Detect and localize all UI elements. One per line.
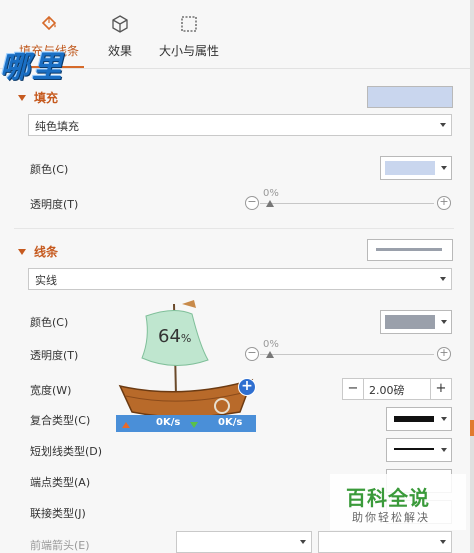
line-color-picker[interactable] bbox=[380, 310, 452, 334]
cap-type-label: 端点类型(A) bbox=[30, 476, 91, 489]
dash-type-dropdown[interactable] bbox=[386, 438, 452, 462]
line-type-value: 实线 bbox=[35, 274, 57, 287]
network-speed-widget[interactable]: 64% 0K/s 0K/s + bbox=[112, 296, 260, 434]
fill-transparency-value: 0% bbox=[263, 188, 279, 199]
line-color-swatch bbox=[385, 315, 435, 329]
fill-quick-color-button[interactable] bbox=[367, 86, 453, 108]
size-properties-icon bbox=[181, 16, 197, 32]
chevron-down-icon bbox=[441, 166, 447, 170]
plus-icon: + bbox=[439, 346, 449, 359]
chevron-down-icon bbox=[441, 417, 447, 421]
dash-type-label: 短划线类型(D) bbox=[30, 445, 103, 458]
begin-arrow-type-dropdown[interactable] bbox=[176, 531, 312, 553]
fill-type-value: 纯色填充 bbox=[35, 120, 79, 133]
fill-transparency-increase-button[interactable]: + bbox=[437, 195, 451, 210]
tab-size-properties-label: 大小与属性 bbox=[158, 44, 219, 58]
add-circle-icon[interactable]: + bbox=[238, 378, 256, 396]
pane-collapse-handle[interactable] bbox=[470, 420, 474, 436]
fill-transparency-label: 透明度(T) bbox=[30, 198, 79, 211]
line-transparency-thumb[interactable] bbox=[266, 351, 274, 358]
compound-type-label: 复合类型(C) bbox=[30, 414, 91, 427]
brand-subtitle: 助你轻松解决 bbox=[352, 511, 430, 524]
pane-scrollbar[interactable] bbox=[470, 0, 474, 553]
chevron-down-icon bbox=[440, 123, 446, 127]
line-type-dropdown[interactable]: 实线 bbox=[28, 268, 452, 290]
percent-value: 64 bbox=[158, 326, 181, 347]
tab-effects[interactable]: 效果 bbox=[100, 0, 140, 70]
percent-display: 64% bbox=[158, 326, 191, 347]
watermark-text: 哪里 bbox=[0, 50, 64, 85]
line-section-header[interactable]: 线条 bbox=[18, 243, 58, 260]
fill-color-swatch bbox=[385, 161, 435, 175]
fill-section-label: 填充 bbox=[34, 91, 59, 105]
line-transparency-label: 透明度(T) bbox=[30, 349, 79, 362]
percent-sign: % bbox=[180, 332, 192, 345]
brand-title: 百科全说 bbox=[346, 486, 430, 510]
begin-arrow-label: 前端箭头(E) bbox=[30, 539, 90, 552]
chevron-down-icon bbox=[441, 448, 447, 452]
compound-line-preview bbox=[394, 416, 434, 422]
line-transparency-increase-button[interactable]: + bbox=[437, 346, 451, 361]
download-speed: 0K/s bbox=[218, 417, 243, 428]
width-decrease-button[interactable]: − bbox=[343, 379, 364, 399]
fill-transparency-thumb[interactable] bbox=[266, 200, 274, 207]
collapse-triangle-icon bbox=[18, 249, 26, 255]
fill-color-label: 颜色(C) bbox=[30, 163, 69, 176]
upload-speed: 0K/s bbox=[156, 417, 181, 428]
dash-line-preview bbox=[394, 448, 434, 450]
line-color-label: 颜色(C) bbox=[30, 316, 69, 329]
cube-icon bbox=[112, 15, 128, 33]
line-width-value: 2.00磅 bbox=[369, 384, 405, 397]
begin-arrow-size-dropdown[interactable] bbox=[318, 531, 452, 553]
line-transparency-slider[interactable] bbox=[260, 354, 434, 355]
line-style-preview bbox=[376, 248, 442, 251]
width-increase-button[interactable]: + bbox=[430, 379, 451, 399]
chevron-down-icon bbox=[440, 540, 446, 544]
minus-icon: − bbox=[247, 195, 257, 208]
fill-bucket-icon bbox=[41, 15, 57, 31]
sailboat-icon bbox=[116, 300, 256, 432]
section-divider bbox=[14, 228, 454, 229]
line-width-stepper[interactable]: − 2.00磅 + bbox=[342, 378, 452, 400]
collapse-triangle-icon bbox=[18, 95, 26, 101]
tab-size-properties[interactable]: 大小与属性 bbox=[156, 0, 222, 70]
fill-swatch-preview bbox=[368, 87, 452, 107]
chevron-down-icon bbox=[441, 320, 447, 324]
chevron-down-icon bbox=[440, 277, 446, 281]
line-quick-style-button[interactable] bbox=[367, 239, 453, 261]
line-width-label: 宽度(W) bbox=[30, 384, 72, 397]
line-transparency-value: 0% bbox=[263, 339, 279, 350]
fill-transparency-slider[interactable] bbox=[260, 203, 434, 204]
plus-icon: + bbox=[439, 195, 449, 208]
tab-bar: 填充与线条 效果 大小与属性 bbox=[0, 0, 470, 70]
tab-divider bbox=[0, 68, 470, 69]
line-section-label: 线条 bbox=[34, 245, 59, 259]
join-type-label: 联接类型(J) bbox=[30, 507, 86, 520]
compound-type-dropdown[interactable] bbox=[386, 407, 452, 431]
fill-color-picker[interactable] bbox=[380, 156, 452, 180]
tab-effects-label: 效果 bbox=[107, 44, 132, 58]
fill-section-header[interactable]: 填充 bbox=[18, 89, 58, 106]
fill-type-dropdown[interactable]: 纯色填充 bbox=[28, 114, 452, 136]
chevron-down-icon bbox=[300, 540, 306, 544]
fill-transparency-decrease-button[interactable]: − bbox=[245, 195, 259, 210]
